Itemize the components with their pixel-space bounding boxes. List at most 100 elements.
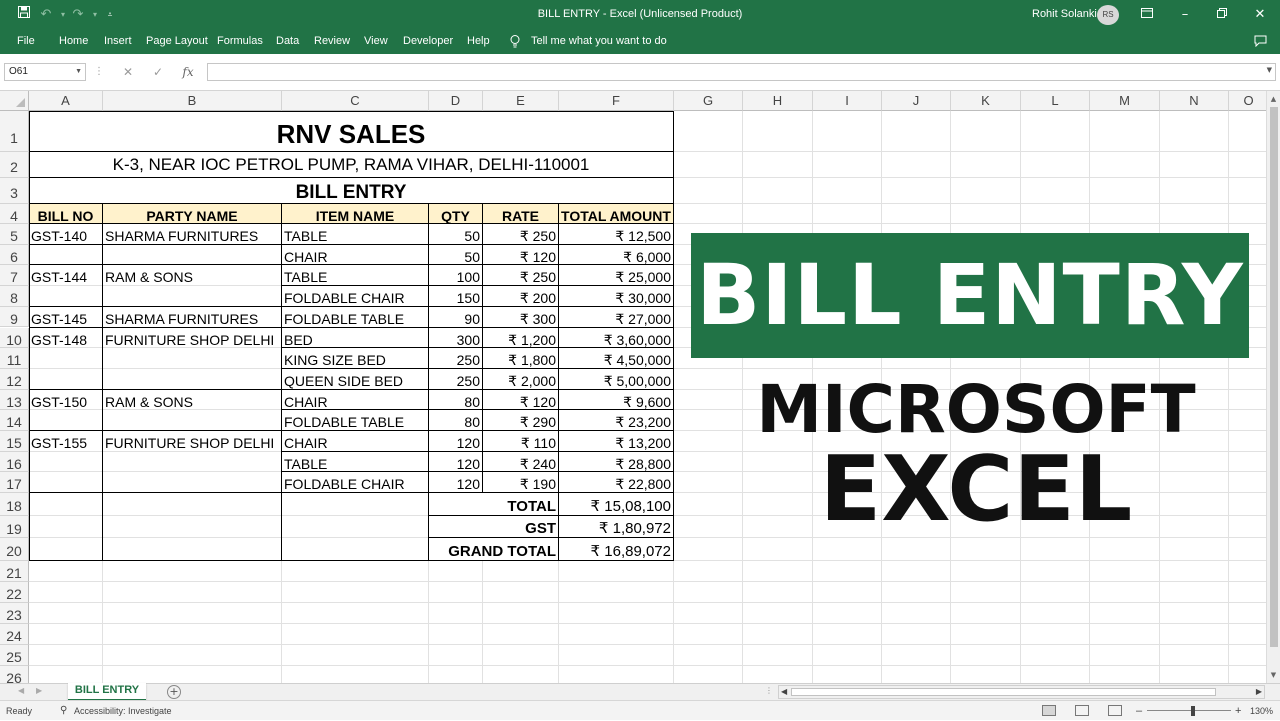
table-cell[interactable]: ₹ 4,50,000 [559, 348, 673, 368]
table-cell[interactable]: GST-155 [29, 431, 102, 451]
scroll-right-icon[interactable]: ▶ [1256, 686, 1262, 698]
vertical-scrollbar[interactable]: ▲ ▼ [1266, 91, 1280, 683]
table-cell[interactable]: ₹ 110 [483, 431, 558, 451]
page-layout-view-icon[interactable] [1075, 705, 1089, 716]
row-header-3[interactable]: 3 [0, 178, 29, 204]
table-cell[interactable]: 90 [429, 306, 482, 327]
table-cell[interactable]: CHAIR [282, 431, 428, 451]
table-cell[interactable]: ₹ 190 [483, 472, 558, 493]
undo-dropdown-icon[interactable]: ▾ [58, 0, 68, 30]
table-cell[interactable]: ₹ 300 [483, 306, 558, 327]
sheet-tab-bill-entry[interactable]: BILL ENTRY [68, 683, 146, 701]
row-header-6[interactable]: 6 [0, 244, 29, 266]
table-cell[interactable] [29, 451, 102, 472]
header-party-name[interactable]: PARTY NAME [103, 204, 281, 223]
row-header-9[interactable]: 9 [0, 306, 29, 328]
table-cell[interactable] [29, 244, 102, 265]
table-cell[interactable] [29, 286, 102, 306]
row-header-20[interactable]: 20 [0, 538, 29, 562]
table-cell[interactable]: ₹ 6,000 [559, 244, 673, 265]
close-icon[interactable]: ✕ [1251, 0, 1269, 30]
tab-split-grip-icon[interactable]: ⋮ [765, 686, 773, 695]
tell-me-search[interactable]: Tell me what you want to do [531, 30, 667, 54]
add-sheet-icon[interactable]: + [167, 685, 181, 699]
table-cell[interactable]: 80 [429, 410, 482, 430]
row-header-8[interactable]: 8 [0, 286, 29, 307]
table-cell[interactable]: ₹ 13,200 [559, 431, 673, 451]
prev-sheet-icon[interactable]: ◀ [18, 686, 24, 695]
confirm-entry-icon[interactable]: ✓ [148, 63, 168, 81]
row-header-21[interactable]: 21 [0, 561, 29, 583]
table-cell[interactable]: FOLDABLE CHAIR [282, 472, 428, 493]
table-cell[interactable]: TABLE [282, 451, 428, 472]
table-cell[interactable]: ₹ 240 [483, 451, 558, 472]
table-cell[interactable] [103, 368, 281, 389]
table-cell[interactable]: GST-150 [29, 389, 102, 410]
table-cell[interactable]: ₹ 22,800 [559, 472, 673, 493]
row-header-25[interactable]: 25 [0, 645, 29, 667]
table-cell[interactable]: 50 [429, 224, 482, 244]
user-name[interactable]: Rohit Solanki [1032, 0, 1097, 30]
table-cell[interactable]: FOLDABLE TABLE [282, 410, 428, 430]
lightbulb-icon[interactable] [510, 30, 520, 54]
table-cell[interactable]: ₹ 1,200 [483, 327, 558, 348]
table-cell[interactable]: 120 [429, 472, 482, 493]
table-cell[interactable]: GST-140 [29, 224, 102, 244]
formula-input[interactable]: ▼ [207, 63, 1276, 81]
column-header-f[interactable]: F [559, 91, 674, 111]
table-cell[interactable] [103, 348, 281, 368]
row-header-24[interactable]: 24 [0, 624, 29, 646]
customize-toolbar-icon[interactable]: ⩡ [104, 0, 116, 30]
scroll-down-icon[interactable]: ▼ [1267, 669, 1280, 681]
table-cell[interactable] [103, 286, 281, 306]
table-cell[interactable]: CHAIR [282, 389, 428, 410]
table-cell[interactable]: KING SIZE BED [282, 348, 428, 368]
menu-file[interactable]: File [17, 30, 35, 54]
summary-label-gst[interactable]: GST [429, 516, 558, 538]
table-cell[interactable]: ₹ 23,200 [559, 410, 673, 430]
column-header-e[interactable]: E [483, 91, 559, 111]
row-header-16[interactable]: 16 [0, 451, 29, 473]
header-rate[interactable]: RATE [483, 204, 558, 223]
menu-data[interactable]: Data [276, 30, 299, 54]
undo-icon[interactable]: ↶ [38, 0, 54, 30]
horizontal-scrollbar[interactable]: ◀ ▶ [778, 685, 1265, 699]
summary-label-grand-total[interactable]: GRAND TOTAL [429, 538, 558, 561]
table-cell[interactable]: 250 [429, 348, 482, 368]
redo-icon[interactable]: ↷ [70, 0, 86, 30]
row-header-4[interactable]: 4 [0, 204, 29, 224]
menu-insert[interactable]: Insert [104, 30, 132, 54]
row-header-22[interactable]: 22 [0, 582, 29, 604]
expand-formula-icon[interactable]: ▼ [1267, 66, 1272, 74]
row-header-23[interactable]: 23 [0, 603, 29, 625]
header-qty[interactable]: QTY [429, 204, 482, 223]
table-cell[interactable]: ₹ 12,500 [559, 224, 673, 244]
summary-value-grand-total[interactable]: ₹ 16,89,072 [559, 538, 673, 561]
redo-dropdown-icon[interactable]: ▾ [90, 0, 100, 30]
column-header-j[interactable]: J [882, 91, 951, 111]
row-header-17[interactable]: 17 [0, 472, 29, 494]
table-cell[interactable] [103, 244, 281, 265]
table-cell[interactable]: ₹ 250 [483, 224, 558, 244]
page-break-view-icon[interactable] [1108, 705, 1122, 716]
table-cell[interactable]: SHARMA FURNITURES [103, 306, 281, 327]
table-cell[interactable] [29, 348, 102, 368]
table-cell[interactable]: ₹ 290 [483, 410, 558, 430]
table-cell[interactable]: 80 [429, 389, 482, 410]
table-cell[interactable]: BED [282, 327, 428, 348]
vertical-scroll-thumb[interactable] [1270, 107, 1278, 647]
column-header-d[interactable]: D [429, 91, 483, 111]
summary-label-total[interactable]: TOTAL [429, 493, 558, 516]
insert-function-icon[interactable]: fx [178, 63, 198, 81]
row-header-14[interactable]: 14 [0, 410, 29, 431]
row-header-26[interactable]: 26 [0, 666, 29, 683]
table-cell[interactable]: TABLE [282, 265, 428, 286]
ribbon-display-icon[interactable] [1138, 0, 1156, 30]
column-header-l[interactable]: L [1021, 91, 1090, 111]
table-cell[interactable]: ₹ 27,000 [559, 306, 673, 327]
menu-developer[interactable]: Developer [403, 30, 453, 54]
table-cell[interactable]: RAM & SONS [103, 389, 281, 410]
table-cell[interactable]: ₹ 30,000 [559, 286, 673, 306]
name-box[interactable]: O61 ▼ [4, 63, 86, 81]
sheet-heading[interactable]: BILL ENTRY [29, 178, 673, 203]
